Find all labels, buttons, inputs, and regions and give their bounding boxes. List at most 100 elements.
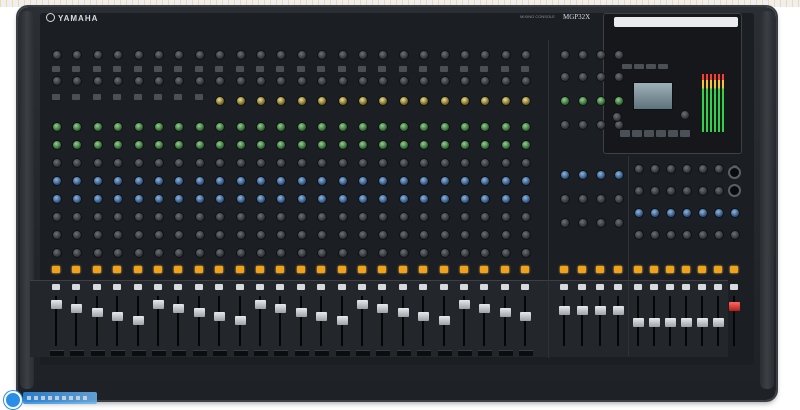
stereo-eq-knob[interactable]	[596, 120, 606, 130]
aux3-knob[interactable]	[154, 212, 164, 222]
aux2-knob[interactable]	[317, 194, 327, 204]
eq-mid-knob[interactable]	[338, 140, 348, 150]
aux1-knob[interactable]	[501, 176, 511, 186]
eq-high-knob[interactable]	[338, 122, 348, 132]
stereo-trim-knob[interactable]	[560, 72, 570, 82]
eq-mid-knob[interactable]	[378, 140, 388, 150]
aux2-knob[interactable]	[338, 194, 348, 204]
aux1-knob[interactable]	[93, 176, 103, 186]
insert-button[interactable]	[113, 94, 121, 100]
channel-fader[interactable]	[337, 316, 348, 325]
channel-on-button[interactable]	[338, 266, 346, 273]
hpf-knob[interactable]	[174, 76, 184, 86]
eq-high-knob[interactable]	[195, 122, 205, 132]
channel-on-button[interactable]	[195, 266, 203, 273]
pan-knob[interactable]	[154, 248, 164, 258]
pad-button[interactable]	[338, 66, 346, 72]
eq-mid-knob[interactable]	[134, 140, 144, 150]
eq-low-knob[interactable]	[52, 158, 62, 168]
channel-on-button[interactable]	[358, 266, 366, 273]
gain-knob[interactable]	[378, 50, 388, 60]
aux2-knob[interactable]	[154, 194, 164, 204]
master-on-button[interactable]	[730, 266, 738, 273]
pan-knob[interactable]	[399, 248, 409, 258]
stereo-fader[interactable]	[559, 306, 570, 315]
select-button[interactable]	[256, 284, 264, 290]
gain-knob[interactable]	[93, 50, 103, 60]
stereo-gain-knob[interactable]	[578, 50, 588, 60]
master-select-button[interactable]	[730, 284, 738, 290]
pad-button[interactable]	[297, 66, 305, 72]
aux2-knob[interactable]	[174, 194, 184, 204]
pan-knob[interactable]	[358, 248, 368, 258]
comp-knob[interactable]	[358, 96, 368, 106]
fx-knob[interactable]	[317, 230, 327, 240]
gain-knob[interactable]	[174, 50, 184, 60]
eq-low-knob[interactable]	[174, 158, 184, 168]
master-knob[interactable]	[634, 230, 644, 240]
hpf-knob[interactable]	[134, 76, 144, 86]
eq-low-knob[interactable]	[154, 158, 164, 168]
gain-knob[interactable]	[297, 50, 307, 60]
effect-param-button[interactable]	[632, 130, 642, 137]
master-send-knob[interactable]	[634, 208, 644, 218]
stereo-pan-knob[interactable]	[614, 218, 624, 228]
effect-param-button[interactable]	[656, 130, 666, 137]
hpf-knob[interactable]	[113, 76, 123, 86]
select-button[interactable]	[72, 284, 80, 290]
channel-on-button[interactable]	[317, 266, 325, 273]
aux1-knob[interactable]	[378, 176, 388, 186]
stereo-pan-knob[interactable]	[596, 218, 606, 228]
hpf-knob[interactable]	[460, 76, 470, 86]
eq-high-knob[interactable]	[297, 122, 307, 132]
aux3-knob[interactable]	[93, 212, 103, 222]
eq-low-knob[interactable]	[276, 158, 286, 168]
stereo-eq-knob[interactable]	[560, 120, 570, 130]
master-knob[interactable]	[634, 186, 644, 196]
eq-high-knob[interactable]	[236, 122, 246, 132]
hpf-knob[interactable]	[501, 76, 511, 86]
aux3-knob[interactable]	[276, 212, 286, 222]
pan-knob[interactable]	[419, 248, 429, 258]
aux1-knob[interactable]	[52, 176, 62, 186]
eq-low-knob[interactable]	[521, 158, 531, 168]
aux1-knob[interactable]	[440, 176, 450, 186]
eq-mid-knob[interactable]	[317, 140, 327, 150]
eq-low-knob[interactable]	[72, 158, 82, 168]
comp-knob[interactable]	[317, 96, 327, 106]
pad-button[interactable]	[419, 66, 427, 72]
hpf-knob[interactable]	[52, 76, 62, 86]
stereo-aux-knob[interactable]	[578, 170, 588, 180]
eq-high-knob[interactable]	[501, 122, 511, 132]
pan-knob[interactable]	[72, 248, 82, 258]
hpf-knob[interactable]	[297, 76, 307, 86]
channel-on-button[interactable]	[297, 266, 305, 273]
effect-param-button[interactable]	[620, 130, 630, 137]
aux3-knob[interactable]	[236, 212, 246, 222]
aux2-knob[interactable]	[440, 194, 450, 204]
insert-button[interactable]	[195, 94, 203, 100]
gain-knob[interactable]	[440, 50, 450, 60]
fx-knob[interactable]	[52, 230, 62, 240]
channel-fader[interactable]	[479, 304, 490, 313]
channel-fader[interactable]	[92, 308, 103, 317]
aux2-knob[interactable]	[378, 194, 388, 204]
channel-fader[interactable]	[51, 300, 62, 309]
pad-button[interactable]	[256, 66, 264, 72]
aux3-knob[interactable]	[134, 212, 144, 222]
aux1-knob[interactable]	[134, 176, 144, 186]
gain-knob[interactable]	[501, 50, 511, 60]
eq-high-knob[interactable]	[93, 122, 103, 132]
eq-low-knob[interactable]	[113, 158, 123, 168]
aux2-knob[interactable]	[460, 194, 470, 204]
effect-param-button[interactable]	[668, 130, 678, 137]
fx-knob[interactable]	[72, 230, 82, 240]
master-on-button[interactable]	[698, 266, 706, 273]
channel-fader[interactable]	[194, 308, 205, 317]
eq-low-knob[interactable]	[134, 158, 144, 168]
stereo-gain-knob[interactable]	[614, 50, 624, 60]
pan-knob[interactable]	[480, 248, 490, 258]
hpf-knob[interactable]	[378, 76, 388, 86]
fx-knob[interactable]	[297, 230, 307, 240]
eq-mid-knob[interactable]	[154, 140, 164, 150]
